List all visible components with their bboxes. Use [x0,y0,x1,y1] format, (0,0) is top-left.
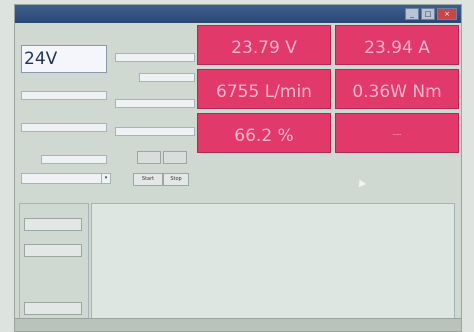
voltage-display: 24V [21,45,107,73]
log-panel[interactable] [91,203,455,321]
status-bar [15,318,461,331]
save-button[interactable] [24,218,82,231]
tile-placeholder: ---- [392,131,402,138]
flow-tile: 6755 L/min [197,69,331,109]
efficiency-tile: 66.2 % [197,113,331,153]
input-field-4[interactable] [139,73,195,82]
input-field-2[interactable] [21,123,107,132]
port-dropdown[interactable]: ▾ [21,173,111,184]
apply-button[interactable] [137,151,161,164]
baud-field[interactable] [41,155,107,164]
start-button[interactable]: Start [133,173,163,186]
tile-value: 23.94 A [364,38,430,58]
current-tile: 23.94 A [335,25,459,65]
tile-value: 0.36W Nm [352,82,442,102]
settings-button[interactable] [24,244,82,257]
tile-value: 6755 L/min [216,82,312,102]
input-field-3[interactable] [115,53,195,62]
app-window: _ □ × 24V ▾ Start Stop 23.79 V 23.94 A 6… [14,4,462,332]
stop-button[interactable]: Stop [163,173,189,186]
voltage-tile: 23.79 V [197,25,331,65]
tile-value: 66.2 % [234,126,294,146]
torque-tile: 0.36W Nm [335,69,459,109]
chevron-down-icon: ▾ [101,174,110,183]
empty-tile: ---- [335,113,459,153]
window-controls: _ □ × [405,8,457,20]
exit-button[interactable] [24,302,82,315]
mouse-cursor-icon [355,177,367,188]
tile-value: 23.79 V [231,38,297,58]
main-panel: 24V ▾ Start Stop 23.79 V 23.94 A 6755 L/… [15,23,461,321]
config-button[interactable] [163,151,187,164]
options-group [19,203,89,321]
input-field-6[interactable] [115,127,195,136]
input-field-5[interactable] [115,99,195,108]
title-bar: _ □ × [15,5,461,23]
input-field-1[interactable] [21,91,107,100]
maximize-button[interactable]: □ [421,8,435,20]
close-button[interactable]: × [437,8,457,20]
minimize-button[interactable]: _ [405,8,419,20]
